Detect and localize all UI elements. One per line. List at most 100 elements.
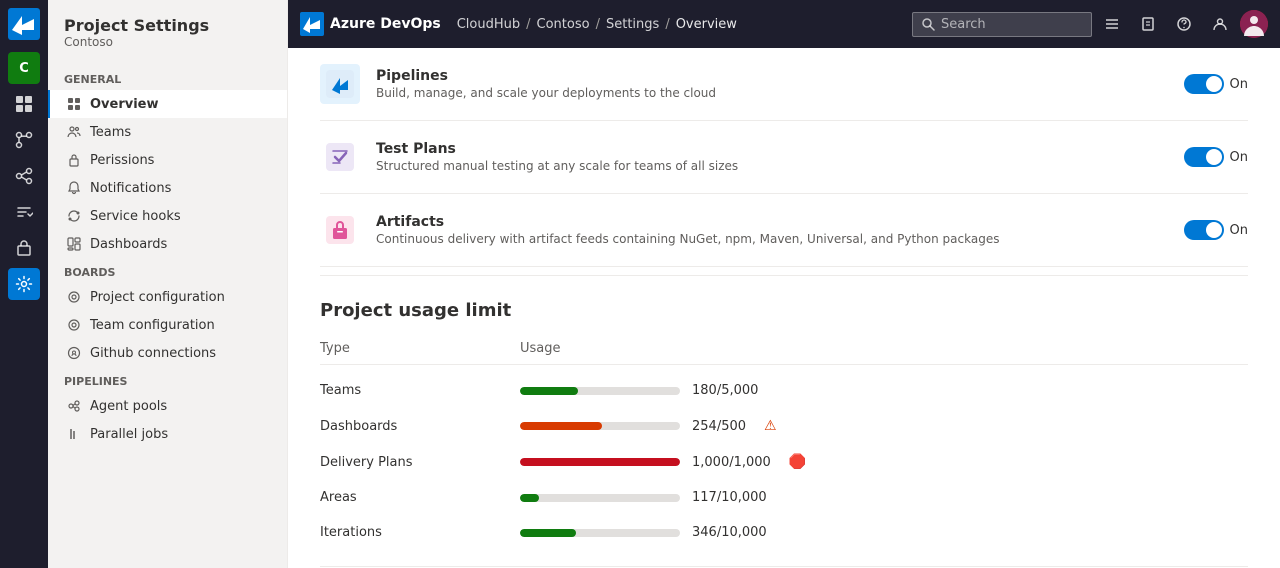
breadcrumb-sep-3: / [665, 17, 669, 32]
parallel-jobs-icon [66, 426, 82, 442]
sidebar-title: Project Settings [64, 16, 271, 35]
usage-bar-area-iterations: 346/10,000 [520, 525, 1248, 540]
usage-value-teams: 180/5,000 [692, 383, 758, 398]
sidebar-item-service-hooks[interactable]: Service hooks [48, 202, 287, 230]
testplans-toggle[interactable]: On [1184, 147, 1248, 167]
search-box[interactable]: Search [912, 12, 1092, 37]
usage-type-areas: Areas [320, 490, 520, 505]
overview-icon [66, 96, 82, 112]
artifacts-toggle[interactable]: On [1184, 220, 1248, 240]
sidebar-item-notifications[interactable]: Notifications [48, 174, 287, 202]
project-config-label: Project configuration [90, 290, 225, 305]
usage-bar-teams [520, 387, 578, 395]
project-initial-icon[interactable]: C [8, 52, 40, 84]
general-section-label: General [48, 65, 287, 90]
sidebar: Project Settings Contoso General Overvie… [48, 0, 288, 568]
pipelines-service-desc: Build, manage, and scale your deployment… [376, 86, 1168, 100]
dashboards-label: Dashboards [90, 237, 167, 252]
artifacts-service-icon [320, 210, 360, 250]
service-hooks-icon [66, 208, 82, 224]
sidebar-item-agent-pools[interactable]: Agent pools [48, 392, 287, 420]
breadcrumb-section[interactable]: Settings [606, 17, 659, 32]
testplans-service-name: Test Plans [376, 141, 1168, 157]
breadcrumb-sep-2: / [596, 17, 600, 32]
usage-bar-container-dashboards [520, 422, 680, 430]
main-container: Azure DevOps CloudHub / Contoso / Settin… [288, 0, 1280, 568]
usage-row-iterations: Iterations 346/10,000 [320, 515, 1248, 550]
usage-bar-areas [520, 494, 539, 502]
usage-bar-area-dashboards: 254/500 ⚠ [520, 418, 1248, 434]
pipelines-toggle-label: On [1230, 77, 1248, 92]
usage-value-dashboards: 254/500 [692, 419, 746, 434]
artifacts-toggle-switch[interactable] [1184, 220, 1224, 240]
usage-section: Project usage limit Type Usage Teams 180… [320, 300, 1248, 550]
brand-name: Azure DevOps [330, 16, 441, 32]
project-config-icon [66, 289, 82, 305]
devops-logo[interactable] [8, 8, 40, 40]
topbar-actions: Search [912, 8, 1268, 40]
brand[interactable]: Azure DevOps [300, 12, 441, 36]
sidebar-item-parallel-jobs[interactable]: Parallel jobs [48, 420, 287, 448]
badge-button[interactable] [1132, 8, 1164, 40]
usage-title: Project usage limit [320, 300, 1248, 321]
breadcrumb-page: Overview [676, 17, 737, 32]
usage-header: Type Usage [320, 337, 1248, 365]
usage-row-teams: Teams 180/5,000 [320, 373, 1248, 408]
boards-nav-icon[interactable] [8, 88, 40, 120]
testplans-service-icon [320, 137, 360, 177]
pipelines-service-icon [320, 64, 360, 104]
icon-bar: C [0, 0, 48, 568]
settings-nav-icon[interactable] [8, 268, 40, 300]
artifacts-service-desc: Continuous delivery with artifact feeds … [376, 232, 1168, 246]
service-hooks-label: Service hooks [90, 209, 181, 224]
avatar[interactable] [1240, 10, 1268, 38]
testplans-toggle-switch[interactable] [1184, 147, 1224, 167]
team-config-icon [66, 317, 82, 333]
usage-row-areas: Areas 117/10,000 [320, 480, 1248, 515]
pipelines-service-name: Pipelines [376, 68, 1168, 84]
col-type-header: Type [320, 341, 520, 356]
breadcrumb-project[interactable]: Contoso [537, 17, 590, 32]
section-divider-2 [320, 566, 1248, 567]
testplans-service-info: Test Plans Structured manual testing at … [376, 141, 1168, 173]
overview-label: Overview [90, 97, 159, 112]
sidebar-subtitle: Contoso [64, 35, 271, 49]
breadcrumb-org[interactable]: CloudHub [457, 17, 520, 32]
permissions-icon [66, 152, 82, 168]
teams-label: Teams [90, 125, 131, 140]
pipelines-toggle-switch[interactable] [1184, 74, 1224, 94]
pipelines-toggle[interactable]: On [1184, 74, 1248, 94]
user-menu-button[interactable] [1204, 8, 1236, 40]
sidebar-item-permissions[interactable]: Perissions [48, 146, 287, 174]
sidebar-header: Project Settings Contoso [48, 16, 287, 65]
usage-bar-container-iterations [520, 529, 680, 537]
help-button[interactable] [1168, 8, 1200, 40]
pipelines-nav-icon[interactable] [8, 160, 40, 192]
sidebar-item-team-config[interactable]: Team configuration [48, 311, 287, 339]
testplans-service-desc: Structured manual testing at any scale f… [376, 159, 1168, 173]
pipelines-section-label: Pipelines [48, 367, 287, 392]
repo-nav-icon[interactable] [8, 124, 40, 156]
team-config-label: Team configuration [90, 318, 215, 333]
sidebar-item-project-config[interactable]: Project configuration [48, 283, 287, 311]
usage-bar-iterations [520, 529, 576, 537]
artifacts-nav-icon[interactable] [8, 232, 40, 264]
sidebar-item-github[interactable]: Github connections [48, 339, 287, 367]
list-view-button[interactable] [1096, 8, 1128, 40]
usage-bar-area-delivery-plans: 1,000/1,000 🛑 [520, 454, 1248, 470]
usage-bar-delivery-plans [520, 458, 680, 466]
usage-bar-area-areas: 117/10,000 [520, 490, 1248, 505]
testplans-nav-icon[interactable] [8, 196, 40, 228]
pipelines-service-info: Pipelines Build, manage, and scale your … [376, 68, 1168, 100]
search-label: Search [941, 17, 986, 32]
agent-pools-label: Agent pools [90, 399, 167, 414]
usage-table: Type Usage Teams 180/5,000 Dashboards [320, 337, 1248, 550]
artifacts-service-info: Artifacts Continuous delivery with artif… [376, 214, 1168, 246]
service-item-testplans: Test Plans Structured manual testing at … [320, 121, 1248, 194]
sidebar-item-overview[interactable]: Overview [48, 90, 287, 118]
sidebar-item-dashboards[interactable]: Dashboards [48, 230, 287, 258]
agent-pools-icon [66, 398, 82, 414]
usage-row-dashboards: Dashboards 254/500 ⚠ [320, 408, 1248, 444]
testplans-toggle-label: On [1230, 150, 1248, 165]
sidebar-item-teams[interactable]: Teams [48, 118, 287, 146]
